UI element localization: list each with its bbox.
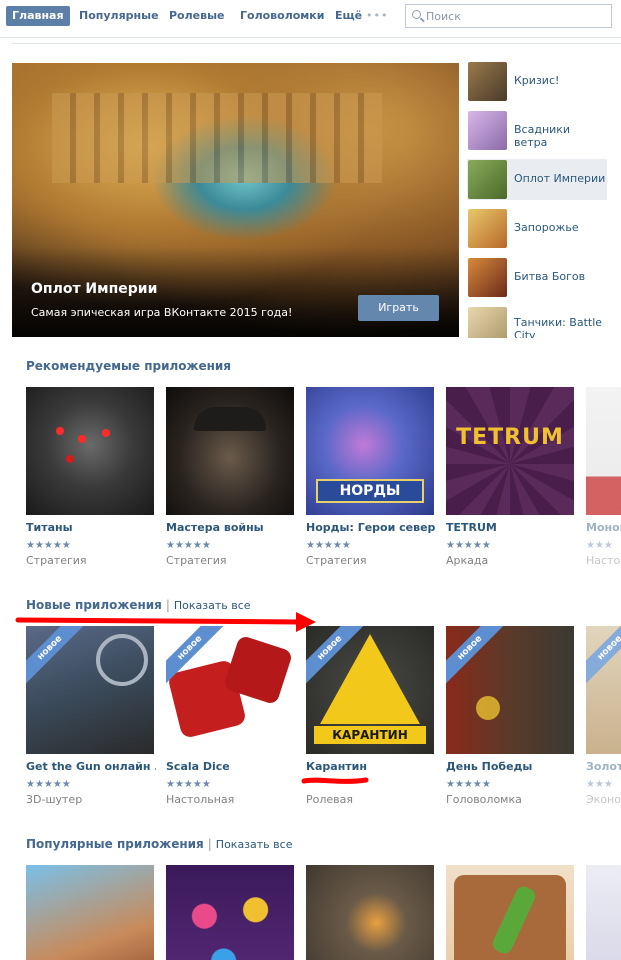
search-icon — [412, 10, 421, 19]
app-card[interactable] — [306, 865, 434, 960]
annotation-arrow — [15, 612, 316, 632]
featured-banner[interactable]: Оплот Империи Самая эпическая игра ВКонт… — [12, 63, 459, 337]
side-game-item[interactable]: Оплот Империи — [467, 159, 607, 200]
app-image — [26, 387, 154, 515]
rating-stars: ★★★★★ — [306, 540, 351, 551]
app-category: Настольная — [166, 793, 235, 806]
app-name[interactable]: Золото — [586, 760, 621, 773]
app-category: Настол — [586, 554, 621, 567]
app-name[interactable]: Монопо — [586, 521, 621, 534]
app-name[interactable]: TETRUM — [446, 521, 576, 534]
app-card[interactable] — [26, 865, 154, 960]
app-category: Ролевая — [306, 793, 354, 806]
side-game-label: Оплот Империи — [514, 172, 606, 185]
new-badge: новое — [586, 626, 621, 690]
search-box[interactable] — [405, 4, 612, 28]
app-image — [166, 865, 294, 960]
app-category: Головоломка — [446, 793, 522, 806]
app-category: Стратегия — [26, 554, 87, 567]
side-game-label: Кризис! — [514, 74, 560, 87]
more-dots-icon: ••• — [365, 9, 389, 22]
app-name[interactable]: Мастера войны — [166, 521, 296, 534]
side-game-item[interactable]: Кризис! — [467, 61, 607, 102]
separator: | — [207, 837, 212, 851]
banner-subtitle: Самая эпическая игра ВКонтакте 2015 года… — [31, 306, 293, 319]
app-card[interactable] — [586, 865, 621, 960]
app-image: новое — [446, 626, 574, 754]
popular-section-title: Популярные приложения | Показать все — [26, 837, 292, 851]
rating-stars: ★★★ — [586, 779, 613, 790]
game-thumbnail — [468, 258, 507, 297]
show-all-link[interactable]: Показать все — [216, 838, 293, 851]
recommended-section-title: Рекомендуемые приложения — [26, 359, 231, 373]
rating-stars: ★★★★★ — [446, 540, 491, 551]
rating-stars: ★★★★★ — [26, 779, 71, 790]
search-input[interactable] — [426, 8, 606, 24]
app-category: 3D-шутер — [26, 793, 83, 806]
game-thumbnail — [468, 307, 507, 338]
app-image: новое — [166, 626, 294, 754]
new-badge: новое — [446, 626, 512, 690]
game-thumbnail — [468, 111, 507, 150]
game-thumbnail — [468, 62, 507, 101]
app-image: НОРДЫ — [306, 387, 434, 515]
side-game-item[interactable]: Битва Богов — [467, 257, 607, 298]
tab-puzzles[interactable]: Головоломки — [234, 6, 330, 26]
rating-stars: ★★★★★ — [166, 540, 211, 551]
rating-stars: ★★★★★ — [446, 779, 491, 790]
app-image: новое — [26, 626, 154, 754]
app-name[interactable]: Титаны — [26, 521, 156, 534]
rating-stars: ★★★★★ — [26, 540, 71, 551]
app-category: Стратегия — [166, 554, 227, 567]
side-game-item[interactable]: Танчики: Battle City — [467, 306, 607, 338]
side-game-item[interactable]: Всадники ветра — [467, 110, 607, 151]
banner-title: Оплот Империи — [31, 281, 158, 297]
app-card[interactable]: Монопо ★★★ Настол — [586, 387, 621, 572]
app-image — [586, 865, 621, 960]
side-game-label: Танчики: Battle City — [514, 316, 603, 338]
app-category: Стратегия — [306, 554, 367, 567]
app-category: Экономи — [586, 793, 621, 806]
tab-more[interactable]: Ещё ••• — [329, 6, 394, 26]
app-image: новое — [586, 626, 621, 754]
karantin-logo: КАРАНТИН — [314, 726, 426, 744]
app-name[interactable]: Норды: Герои севера — [306, 521, 436, 534]
app-image: КАРАНТИН новое — [306, 626, 434, 754]
app-image: TETRUM — [446, 387, 574, 515]
app-image — [446, 865, 574, 960]
tab-main[interactable]: Главная — [6, 6, 70, 26]
annotation-underline — [301, 777, 369, 784]
side-game-label: Битва Богов — [514, 270, 586, 283]
app-name[interactable]: Get the Gun онлайн ... — [26, 760, 156, 773]
side-game-item[interactable]: Запорожье — [467, 208, 607, 249]
banner-artwork — [52, 93, 382, 183]
tab-more-label: Ещё — [335, 9, 363, 22]
top-navigation: Главная Популярные Ролевые Головоломки Е… — [0, 0, 621, 38]
app-image — [306, 865, 434, 960]
section-heading: Популярные приложения — [26, 837, 204, 851]
rating-stars: ★★★★★ — [166, 779, 211, 790]
side-game-label: Запорожье — [514, 221, 579, 234]
app-image — [586, 387, 621, 515]
game-thumbnail — [468, 209, 507, 248]
app-name[interactable]: Scala Dice — [166, 760, 296, 773]
app-card[interactable] — [166, 865, 294, 960]
tab-popular[interactable]: Популярные — [73, 6, 165, 26]
rating-stars: ★★★ — [586, 540, 613, 551]
section-heading: Рекомендуемые приложения — [26, 359, 231, 373]
app-category: Аркада — [446, 554, 489, 567]
side-game-label: Всадники ветра — [514, 123, 571, 149]
divider — [12, 38, 621, 44]
tetrum-logo: TETRUM — [456, 425, 564, 450]
app-image — [166, 387, 294, 515]
app-card[interactable]: новое Золото ★★★ Экономи — [586, 626, 621, 811]
app-name[interactable]: День Победы — [446, 760, 576, 773]
tab-rpg[interactable]: Ролевые — [163, 6, 231, 26]
play-button[interactable]: Играть — [358, 295, 439, 321]
app-image — [26, 865, 154, 960]
app-card[interactable] — [446, 865, 574, 960]
game-thumbnail — [468, 160, 507, 199]
